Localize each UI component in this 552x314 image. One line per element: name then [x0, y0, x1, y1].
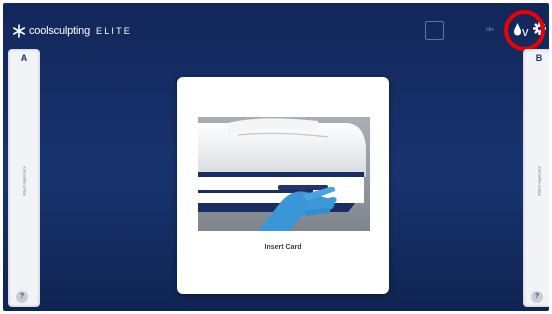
- help-icon[interactable]: ?: [16, 291, 28, 303]
- applicator-panel-a[interactable]: A Attach Applicator ?: [8, 49, 40, 307]
- brand-suffix: ELITE: [96, 26, 133, 36]
- brand-logo: coolsculpting ELITE: [12, 24, 132, 38]
- top-bar: coolsculpting ELITE Idle v: [3, 3, 549, 51]
- insert-card-dialog: coolsculpting Insert Card: [177, 77, 389, 294]
- highlight-circle: [504, 10, 545, 51]
- help-icon[interactable]: ?: [531, 291, 543, 303]
- insert-card-label: Insert Card: [264, 244, 302, 251]
- insert-card-photo: coolsculpting: [198, 117, 370, 231]
- applicator-letter: A: [20, 53, 28, 63]
- snowflake-logo-icon: [12, 24, 25, 38]
- brand-name: coolsculpting: [29, 25, 90, 37]
- applicator-label: Attach Applicator: [21, 165, 27, 197]
- device-screen: coolsculpting ELITE Idle v A Attach Appl…: [3, 3, 549, 311]
- applicator-panel-b[interactable]: B Attach Applicator ?: [523, 49, 549, 307]
- status-button[interactable]: [425, 21, 444, 40]
- applicator-label: Attach Applicator: [536, 165, 542, 197]
- status-text: Idle: [486, 27, 495, 33]
- applicator-letter: B: [535, 53, 543, 63]
